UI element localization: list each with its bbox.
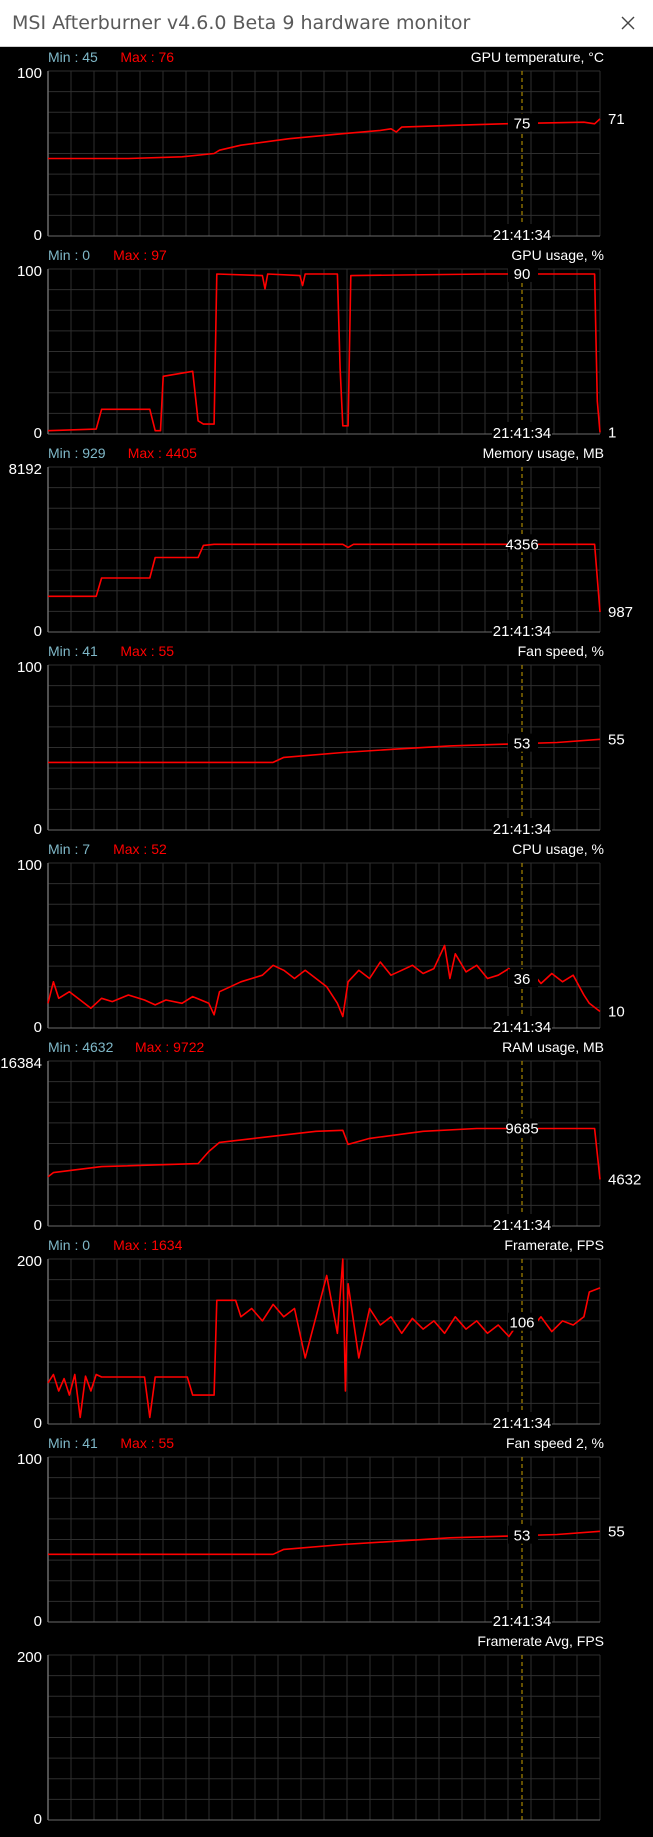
y-bottom-label: 0 (34, 623, 42, 640)
max-label: Max : 9722 (135, 1039, 204, 1055)
graph-title: Framerate Avg, FPS (477, 1633, 604, 1649)
max-label: Max : 55 (120, 1435, 174, 1451)
cursor-value-label: 75 (514, 115, 531, 132)
min-label: Min : 7 (48, 841, 90, 857)
window-close-button[interactable] (609, 4, 649, 42)
cursor-value-label: 53 (514, 1528, 531, 1545)
y-bottom-label: 0 (34, 1217, 42, 1234)
cursor-time-label: 21:41:34 (493, 227, 551, 244)
cursor-time-label: 21:41:34 (493, 1217, 551, 1234)
graph-panel[interactable]: Min : 41 Max : 55 Fan speed, % 100 0 53 55 21:4… (17, 643, 625, 838)
current-value-label: 1 (608, 424, 616, 441)
graph-panel[interactable]: Min : 0 Max : 1634 Framerate, FPS 200 0 106 21… (17, 1237, 604, 1432)
min-label: Min : 41 (48, 643, 98, 659)
graph-canvas: Min : 45 Max : 76 GPU temperature, °C10007… (0, 49, 641, 1828)
cursor-time-label: 21:41:34 (493, 821, 551, 838)
max-label: Max : 1634 (113, 1237, 182, 1253)
y-top-label: 200 (17, 1253, 42, 1270)
graph-title: Memory usage, MB (483, 445, 604, 461)
y-bottom-label: 0 (34, 821, 42, 838)
cursor-time-label: 21:41:34 (493, 1415, 551, 1432)
current-value-label: 55 (608, 731, 625, 748)
graph-title: Framerate, FPS (504, 1237, 604, 1253)
cursor-value-label: 106 (509, 1315, 534, 1332)
min-label: Min : 0 (48, 247, 90, 263)
current-value-label: 10 (608, 1004, 625, 1021)
y-top-label: 100 (17, 659, 42, 676)
graph-title: GPU usage, % (511, 247, 604, 263)
y-top-label: 100 (17, 857, 42, 874)
y-bottom-label: 0 (34, 1415, 42, 1432)
cursor-value-label: 9685 (505, 1120, 538, 1137)
graph-title: Fan speed, % (518, 643, 604, 659)
y-top-label: 100 (17, 263, 42, 280)
max-label: Max : 97 (113, 247, 167, 263)
graph-grid (47, 1060, 601, 1227)
current-value-label: 71 (608, 111, 625, 128)
cursor-time-label: 21:41:34 (493, 1613, 551, 1630)
cursor-time-label: 21:41:34 (493, 623, 551, 640)
graph-grid (47, 862, 601, 1029)
y-top-label: 8192 (9, 461, 42, 478)
min-label: Min : 0 (48, 1237, 90, 1253)
max-label: Max : 52 (113, 841, 167, 857)
graph-panel[interactable]: Min : 4632 Max : 9722 RAM usage, MB 16384 0 9… (0, 1039, 641, 1234)
min-label: Min : 45 (48, 49, 98, 65)
graph-grid (47, 1654, 601, 1821)
close-icon (621, 16, 635, 30)
min-label: Min : 4632 (48, 1039, 114, 1055)
y-bottom-label: 0 (34, 1019, 42, 1036)
y-top-label: 16384 (0, 1055, 42, 1072)
max-label: Max : 76 (120, 49, 174, 65)
max-label: Max : 4405 (128, 445, 197, 461)
graph-title: Fan speed 2, % (506, 1435, 604, 1451)
y-top-label: 100 (17, 1451, 42, 1468)
min-label: Min : 929 (48, 445, 106, 461)
y-top-label: 200 (17, 1649, 42, 1666)
y-bottom-label: 0 (34, 1811, 42, 1828)
cursor-value-label: 36 (514, 971, 531, 988)
cursor-time-label: 21:41:34 (493, 425, 551, 442)
cursor-value-label: 90 (514, 266, 531, 283)
graph-panel[interactable]: Framerate Avg, FPS 200 0 (17, 1633, 604, 1828)
graph-title: CPU usage, % (512, 841, 604, 857)
graph-panel[interactable]: Min : 929 Max : 4405 Memory usage, MB 8192 0… (9, 445, 633, 640)
graph-title: RAM usage, MB (502, 1039, 604, 1055)
window-title: MSI Afterburner v4.6.0 Beta 9 hardware m… (12, 12, 471, 34)
graph-panel[interactable]: Min : 41 Max : 55 Fan speed 2, % 100 0 53 55 21… (17, 1435, 625, 1630)
current-value-label: 4632 (608, 1171, 641, 1188)
cursor-time-label: 21:41:34 (493, 1019, 551, 1036)
graph-panel[interactable]: Min : 0 Max : 97 GPU usage, % 100 0 90 1 21:41:… (17, 247, 616, 442)
current-value-label: 55 (608, 1523, 625, 1540)
graph-panel[interactable]: Min : 45 Max : 76 GPU temperature, °C 100 0 7… (17, 49, 625, 244)
y-bottom-label: 0 (34, 425, 42, 442)
y-bottom-label: 0 (34, 1613, 42, 1630)
cursor-value-label: 4356 (505, 536, 538, 553)
graph-panel[interactable]: Min : 7 Max : 52 CPU usage, % 100 0 36 10 21:41… (17, 841, 625, 1036)
y-top-label: 100 (17, 65, 42, 82)
current-value-label: 987 (608, 604, 633, 621)
hardware-monitor-graphs[interactable]: Min : 45 Max : 76 GPU temperature, °C 100 0 7… (0, 47, 653, 1832)
max-label: Max : 55 (120, 643, 174, 659)
min-label: Min : 41 (48, 1435, 98, 1451)
y-bottom-label: 0 (34, 227, 42, 244)
graph-grid (47, 70, 601, 237)
cursor-value-label: 53 (514, 736, 531, 753)
window-titlebar: MSI Afterburner v4.6.0 Beta 9 hardware m… (0, 0, 653, 47)
graph-title: GPU temperature, °C (471, 49, 604, 65)
